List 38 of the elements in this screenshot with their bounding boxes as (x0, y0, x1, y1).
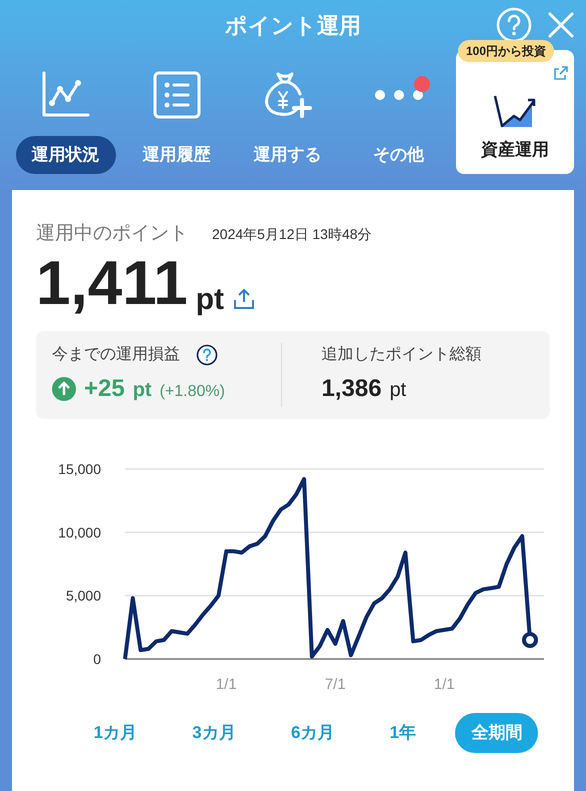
x-axis-label: 1/1 (216, 676, 237, 692)
nav-tab[interactable]: 運用する (238, 136, 338, 174)
points-amount: 1,411 (36, 252, 188, 314)
more-icon (374, 88, 424, 102)
nav-tab[interactable]: 運用履歴 (126, 136, 226, 174)
period-tab[interactable]: 1年 (374, 712, 432, 752)
end-point-marker (522, 632, 538, 648)
stat-percent: (+1.80%) (160, 382, 225, 402)
x-axis-label: 1/1 (434, 676, 455, 692)
promo-badge: 100円から投資 (458, 40, 554, 62)
period-tab[interactable]: 3カ月 (176, 712, 252, 752)
page-title: ポイント運用 (224, 12, 362, 40)
nav-tab[interactable]: 運用状況 (16, 136, 116, 174)
y-axis-label: 5,000 (66, 587, 101, 604)
stat-label: 追加したポイント総額 (322, 344, 482, 364)
y-axis-label: 15,000 (58, 460, 101, 476)
share-icon[interactable] (232, 286, 256, 310)
line-chart-icon (40, 71, 92, 119)
x-axis-label: 7/1 (324, 676, 346, 692)
timestamp: 2024年5月12日 13時48分 (212, 225, 372, 244)
nav-tab[interactable]: その他 (357, 136, 440, 174)
help-icon[interactable] (196, 344, 218, 366)
stat-unit: pt (390, 378, 406, 402)
asset-management-label: 資産運用 (481, 138, 549, 160)
period-tab[interactable]: 6カ月 (274, 712, 350, 752)
stat-value: 1,386 (322, 374, 382, 404)
period-tab[interactable]: 全期間 (455, 712, 538, 752)
close-icon[interactable] (548, 12, 574, 38)
points-unit: pt (196, 284, 224, 314)
list-icon (152, 70, 202, 120)
stat-unit: pt (132, 378, 152, 402)
stat-value: +25 (84, 374, 125, 404)
y-axis-label: 0 (93, 650, 101, 666)
external-link-icon (554, 66, 568, 80)
stat-label: 今までの運用損益 (52, 344, 180, 364)
y-axis-label: 10,000 (58, 524, 101, 540)
summary-label: 運用中のポイント (36, 222, 188, 246)
period-tab[interactable]: 1カ月 (78, 712, 154, 752)
